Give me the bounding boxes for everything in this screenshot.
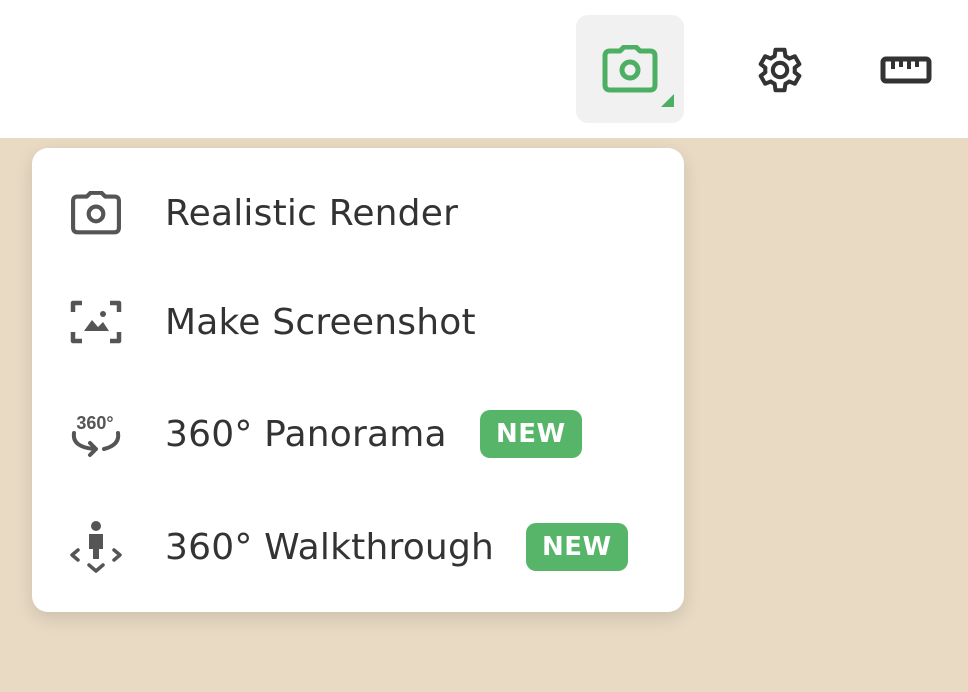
top-toolbar [0,0,968,138]
new-badge: NEW [480,410,582,458]
menu-item-realistic-render[interactable]: Realistic Render [32,157,684,269]
svg-text:360°: 360° [76,413,113,433]
menu-item-360-walkthrough[interactable]: 360° Walkthrough NEW [32,491,684,603]
dropdown-indicator-icon [661,94,674,107]
menu-item-label: 360° Panorama [165,413,447,455]
camera-tool-button[interactable] [576,15,684,123]
settings-button[interactable] [738,30,818,110]
new-badge: NEW [526,523,628,571]
menu-item-label: Realistic Render [165,192,459,234]
measure-button[interactable] [866,30,946,110]
camera-icon [602,45,658,93]
menu-item-label: Make Screenshot [165,301,476,343]
camera-icon [68,185,124,241]
menu-item-label: 360° Walkthrough [165,526,495,568]
panorama-360-icon: 360° [68,406,124,462]
ruler-icon [880,56,932,84]
gear-icon [758,47,802,93]
screenshot-icon [68,294,124,350]
menu-item-360-panorama[interactable]: 360° 360° Panorama NEW [32,378,684,490]
camera-dropdown-menu: Realistic Render Make Screenshot 360° 36… [32,148,684,612]
walkthrough-icon [68,519,124,575]
menu-item-make-screenshot[interactable]: Make Screenshot [32,266,684,378]
